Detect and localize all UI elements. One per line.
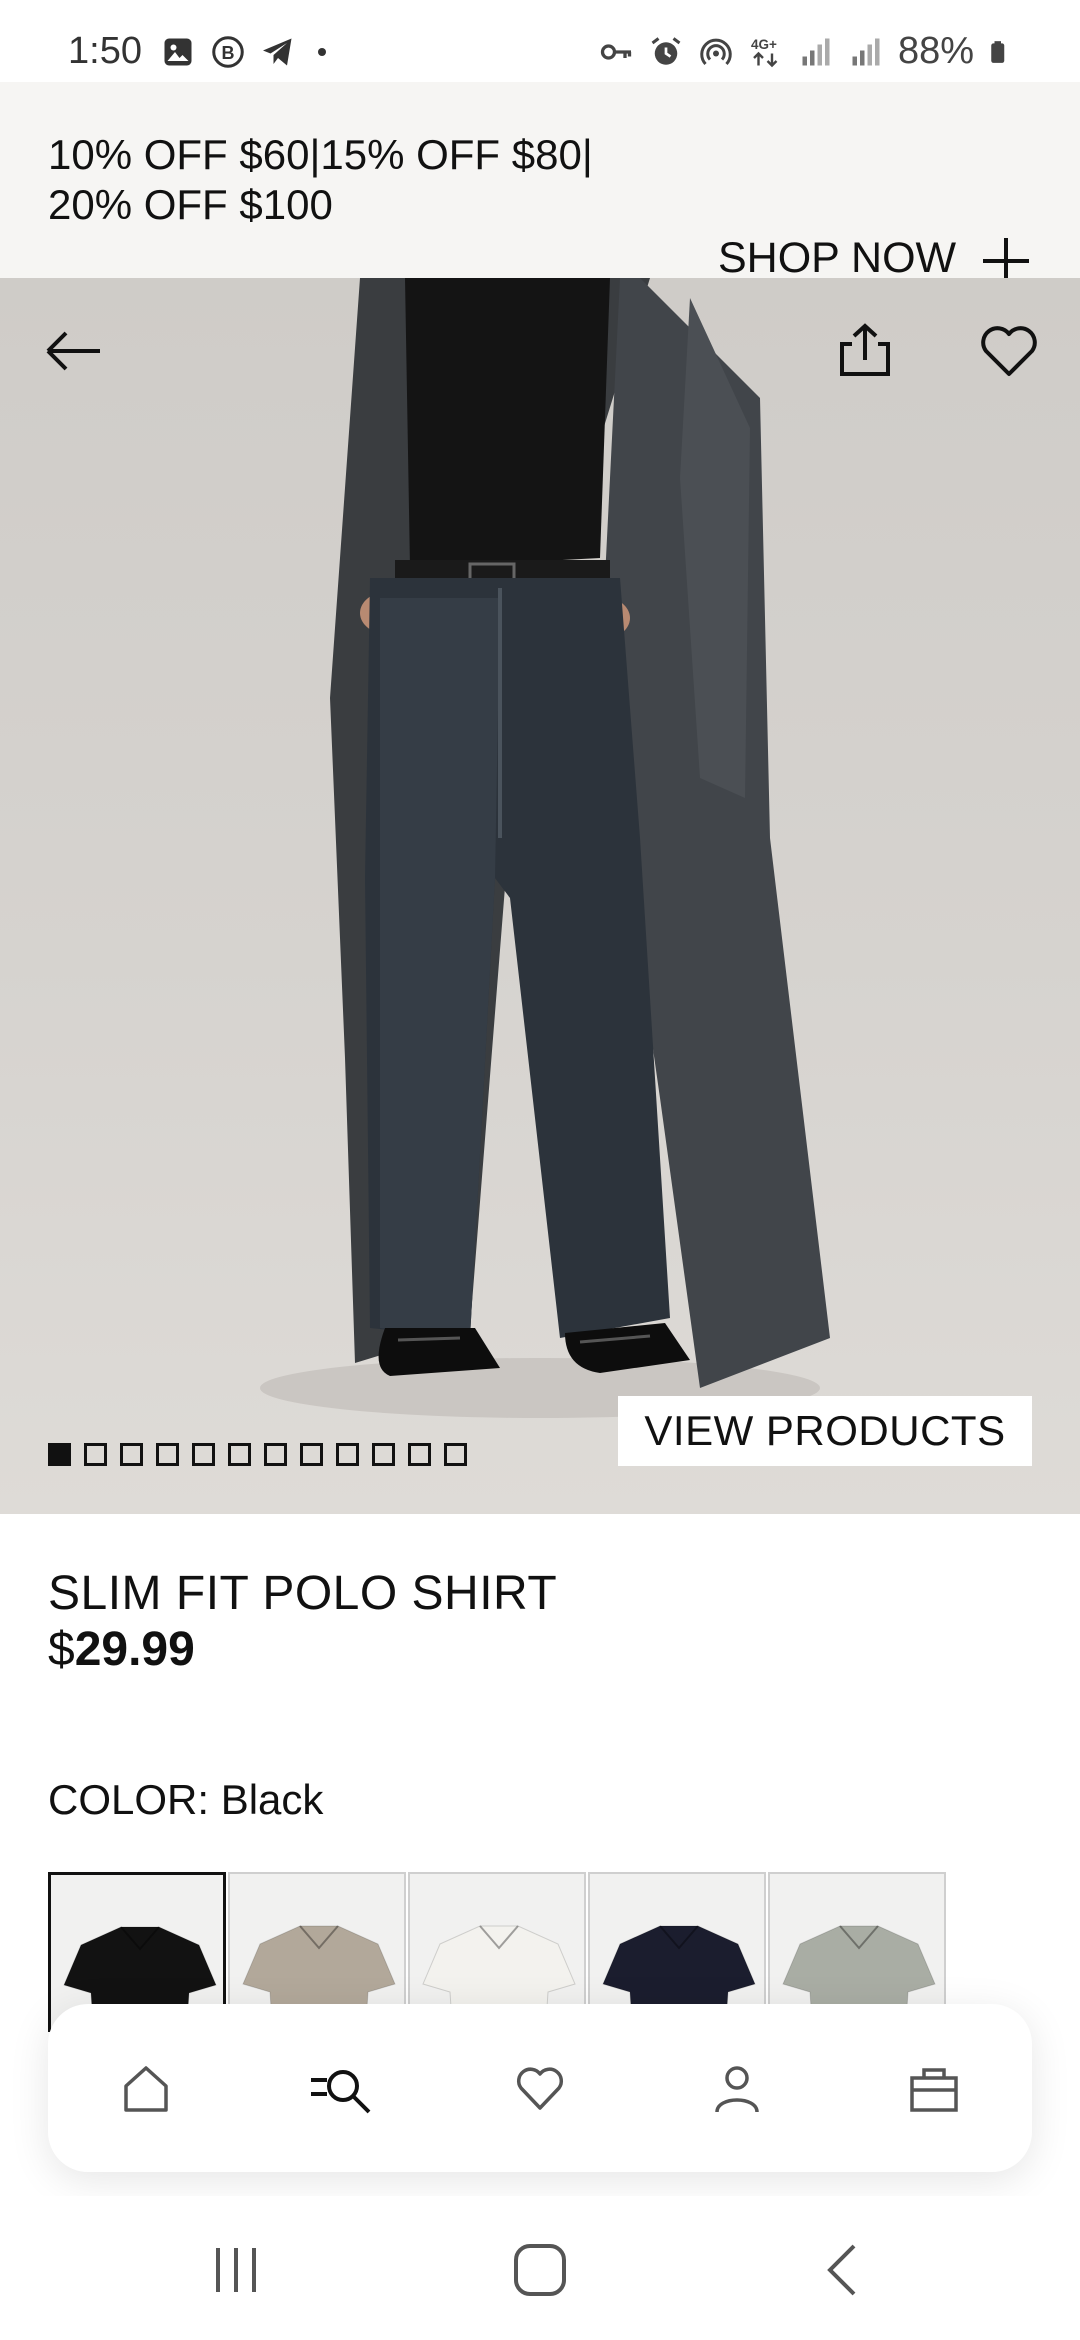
- nav-search[interactable]: [283, 2028, 403, 2148]
- svg-text:B: B: [222, 43, 235, 63]
- heart-icon: [516, 2067, 563, 2110]
- carousel-dot[interactable]: [336, 1443, 359, 1466]
- color-label: COLOR:: [48, 1776, 210, 1823]
- telegram-icon: [263, 38, 292, 66]
- carousel-dot[interactable]: [264, 1443, 287, 1466]
- promo-banner: 10% OFF $60|15% OFF $80| 20% OFF $100 SH…: [0, 82, 1080, 284]
- dot-icon: [318, 48, 326, 56]
- product-title: SLIM FIT POLO SHIRT: [48, 1567, 558, 1620]
- model-photo: [260, 278, 830, 1418]
- carousel-dot[interactable]: [372, 1443, 395, 1466]
- recents-icon[interactable]: [206, 2240, 266, 2300]
- hotspot-icon: [700, 38, 732, 65]
- carousel-indicators: [48, 1443, 467, 1466]
- carousel-dot[interactable]: [192, 1443, 215, 1466]
- b-badge-icon: B: [212, 36, 244, 68]
- search-menu-icon: [311, 2070, 371, 2114]
- share-icon[interactable]: [832, 318, 898, 384]
- color-value: Black: [220, 1776, 324, 1823]
- shop-now-link[interactable]: SHOP NOW: [718, 234, 956, 283]
- price-value: 29.99: [74, 1623, 195, 1676]
- account-icon: [715, 2066, 759, 2113]
- carousel-dot[interactable]: [84, 1443, 107, 1466]
- 4g-lte-icon: 4G+: [751, 37, 778, 67]
- status-time: 1:50: [68, 30, 142, 72]
- carousel-dot[interactable]: [156, 1443, 179, 1466]
- nav-bag[interactable]: [874, 2028, 994, 2148]
- svg-text:4G+: 4G+: [751, 37, 777, 52]
- system-navigation-bar: [0, 2196, 1080, 2340]
- view-products-button[interactable]: VIEW PRODUCTS: [618, 1396, 1032, 1466]
- signal-icon: [852, 38, 880, 65]
- bottom-navigation: [48, 2004, 1032, 2172]
- promo-text-line-2: 20% OFF $100: [48, 181, 333, 228]
- notification-icons: B: [160, 34, 334, 70]
- alarm-icon: [651, 36, 681, 65]
- promo-text: 10% OFF $60|15% OFF $80| 20% OFF $100: [48, 130, 648, 230]
- signal-icon: [802, 38, 830, 65]
- key-icon: [600, 43, 632, 60]
- gallery-icon: [164, 38, 192, 66]
- nav-home[interactable]: [86, 2028, 206, 2148]
- product-image-carousel[interactable]: VIEW PRODUCTS: [0, 278, 1080, 1514]
- carousel-dot[interactable]: [408, 1443, 431, 1466]
- status-bar: 1:50 B 4G+ 88%: [0, 0, 1080, 82]
- carousel-dot[interactable]: [120, 1443, 143, 1466]
- back-arrow-icon[interactable]: [40, 318, 106, 384]
- home-icon: [124, 2066, 169, 2112]
- carousel-dot[interactable]: [48, 1443, 71, 1466]
- home-button-icon[interactable]: [510, 2240, 570, 2300]
- promo-text-line-1: 10% OFF $60|15% OFF $80|: [48, 131, 593, 178]
- heart-icon[interactable]: [976, 318, 1042, 384]
- back-icon[interactable]: [814, 2240, 874, 2300]
- carousel-dot[interactable]: [228, 1443, 251, 1466]
- battery-icon: [991, 40, 1005, 63]
- status-indicators: 4G+ 88%: [598, 30, 1014, 73]
- price-currency: $: [48, 1623, 75, 1676]
- nav-favorites[interactable]: [480, 2028, 600, 2148]
- product-price: $29.99: [48, 1622, 195, 1677]
- battery-percentage: 88%: [897, 30, 974, 72]
- color-selection: COLOR: Black: [48, 1776, 323, 1824]
- carousel-dot[interactable]: [444, 1443, 467, 1466]
- carousel-dot[interactable]: [300, 1443, 323, 1466]
- nav-account[interactable]: [677, 2028, 797, 2148]
- shopping-bag-icon: [909, 2068, 958, 2112]
